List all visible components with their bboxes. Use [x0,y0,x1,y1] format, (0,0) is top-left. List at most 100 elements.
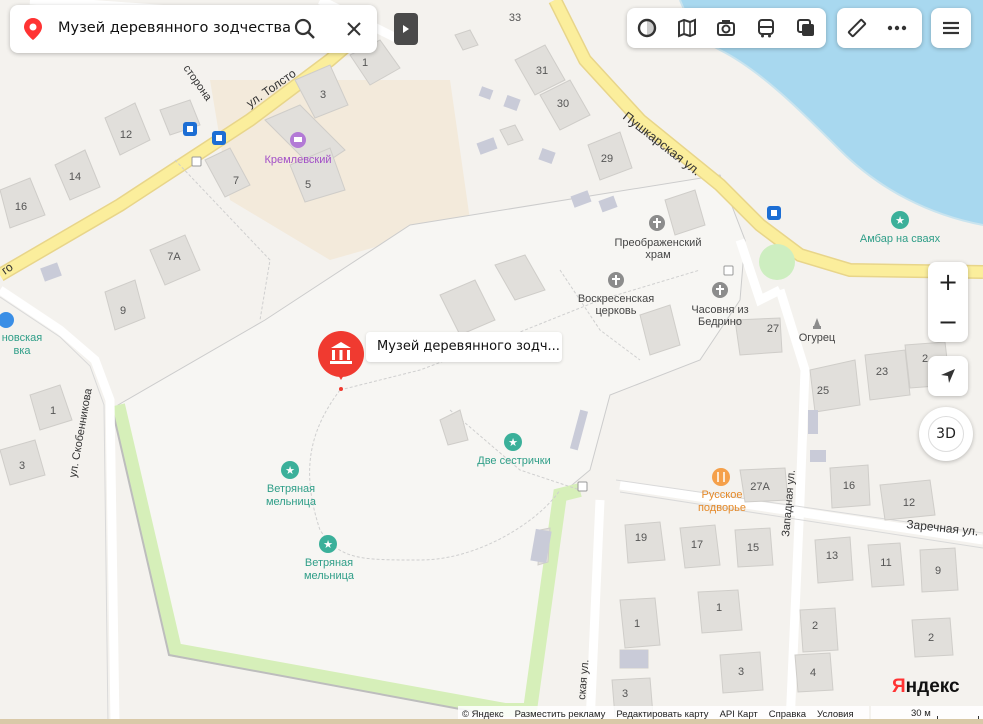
search-query[interactable]: Музей деревянного зодчества [58,20,291,36]
poi-preobrazhensky-line2: храм [645,249,670,261]
house-number: 17 [691,539,703,551]
menu-button[interactable] [931,8,971,48]
house-number: 29 [601,153,613,165]
traffic-icon [637,18,657,38]
poi-russkoe-line2: подворье [698,502,746,514]
poi-mill2-line2: мельница [304,570,355,582]
traffic-layer-button[interactable] [627,8,667,48]
house-number: 5 [305,179,311,191]
hotel-icon[interactable] [290,132,306,148]
house-number: 27А [750,481,770,493]
layers-toolbar [627,8,826,48]
more-button[interactable] [877,8,917,48]
house-number: 16 [15,201,27,213]
house-number: 31 [536,65,548,77]
layers-button[interactable] [786,8,826,48]
house-number: 13 [826,550,838,562]
house-number: 30 [557,98,569,110]
restaurant-icon[interactable] [712,468,730,486]
poi-dve-sestrichki: Две сестрички [477,455,550,467]
house-number: 3 [320,89,326,101]
house-number: 7А [167,251,181,263]
poi-kremlevsky: Кремлевский [264,154,331,166]
poi-voskresenskaya-line2: церковь [595,305,636,317]
house-number: 25 [817,385,829,397]
search-icon[interactable] [294,18,316,40]
location-pin-icon [24,18,42,40]
svg-text:★: ★ [508,436,518,449]
geolocation-button[interactable] [928,356,968,396]
collapse-panel-button[interactable] [394,13,418,45]
panorama-layer-button[interactable] [667,8,707,48]
house-number: 3 [622,688,628,700]
close-icon[interactable] [343,18,365,40]
transport-layer-button[interactable] [746,8,786,48]
house-number: 12 [120,129,132,141]
house-number: 11 [880,557,891,569]
house-number: 1 [716,602,722,614]
house-number: 23 [876,366,888,378]
house-number: 27 [767,323,779,335]
tools-toolbar [837,8,922,48]
museum-label-popup[interactable]: Музей деревянного зодч... [366,332,562,362]
house-number: 1 [634,618,640,630]
poi-left-line2: вка [13,345,31,357]
search-bar[interactable]: Музей деревянного зодчества [10,5,377,53]
house-number: 3 [19,460,25,472]
terms-link[interactable]: Условия [817,709,854,720]
house-number: 14 [69,171,81,183]
zoom-out-button[interactable]: − [928,302,968,342]
museum-label: Музей деревянного зодч... [377,339,560,354]
house-number: 33 [509,12,521,24]
house-number: 2 [928,632,934,644]
house-number: 15 [747,542,759,554]
camera-icon [717,20,736,36]
api-link[interactable]: API Карт [720,709,758,720]
poi-ogurets: Огурец [799,332,836,344]
house-number: 1 [50,405,56,417]
edit-map-link[interactable]: Редактировать карту [616,709,708,720]
svg-text:★: ★ [285,464,295,477]
ruler-icon [847,18,867,38]
poi-chasovnya-line1: Часовня из [691,304,748,316]
poi-mill1-line1: Ветряная [267,483,315,495]
more-icon [887,25,907,31]
poi-mill1-line2: мельница [266,496,317,508]
bus-icon [758,19,775,38]
yandex-logo[interactable]: Яндекс [892,676,960,698]
scale-label: 30 м [911,708,931,719]
copyright-text[interactable]: © Яндекс [462,709,504,720]
help-link[interactable]: Справка [769,709,806,720]
poi-preobrazhensky-line1: Преображенский [615,237,702,249]
zoom-in-button[interactable]: + [928,262,968,302]
ruler-button[interactable] [837,8,877,48]
house-number: 1 [362,57,368,69]
poi-left-line1: новская [2,332,43,344]
house-number: 3 [738,666,744,678]
house-number: 16 [843,480,855,492]
house-number: 4 [810,667,816,679]
house-number: 7 [233,175,239,187]
location-arrow-icon [941,369,955,383]
poi-russkoe-line1: Русское [702,489,743,501]
house-number: 9 [935,565,941,577]
3d-button[interactable]: 3D [919,407,973,461]
ads-link[interactable]: Разместить рекламу [515,709,606,720]
house-number: 19 [635,532,647,544]
map-canvas[interactable]: ул. Толсто сторона Пушкарская ул. ул. Ск… [0,0,983,724]
poi-chasovnya-line2: Бедрино [698,316,742,328]
bottom-strip [0,719,983,724]
poi-voskresenskaya-line1: Воскресенская [578,293,654,305]
zoom-control: + − [928,262,968,342]
house-number: 12 [903,497,915,509]
map-icon [677,18,696,38]
svg-text:★: ★ [895,214,905,227]
poi-mill2-line1: Ветряная [305,557,353,569]
house-number: 9 [120,305,126,317]
hamburger-icon [943,21,959,35]
photo-layer-button[interactable] [707,8,747,48]
layers-icon [797,19,815,36]
house-number: 2 [812,620,818,632]
poi-ambar: Амбар на сваях [860,233,941,245]
svg-text:★: ★ [323,538,333,551]
